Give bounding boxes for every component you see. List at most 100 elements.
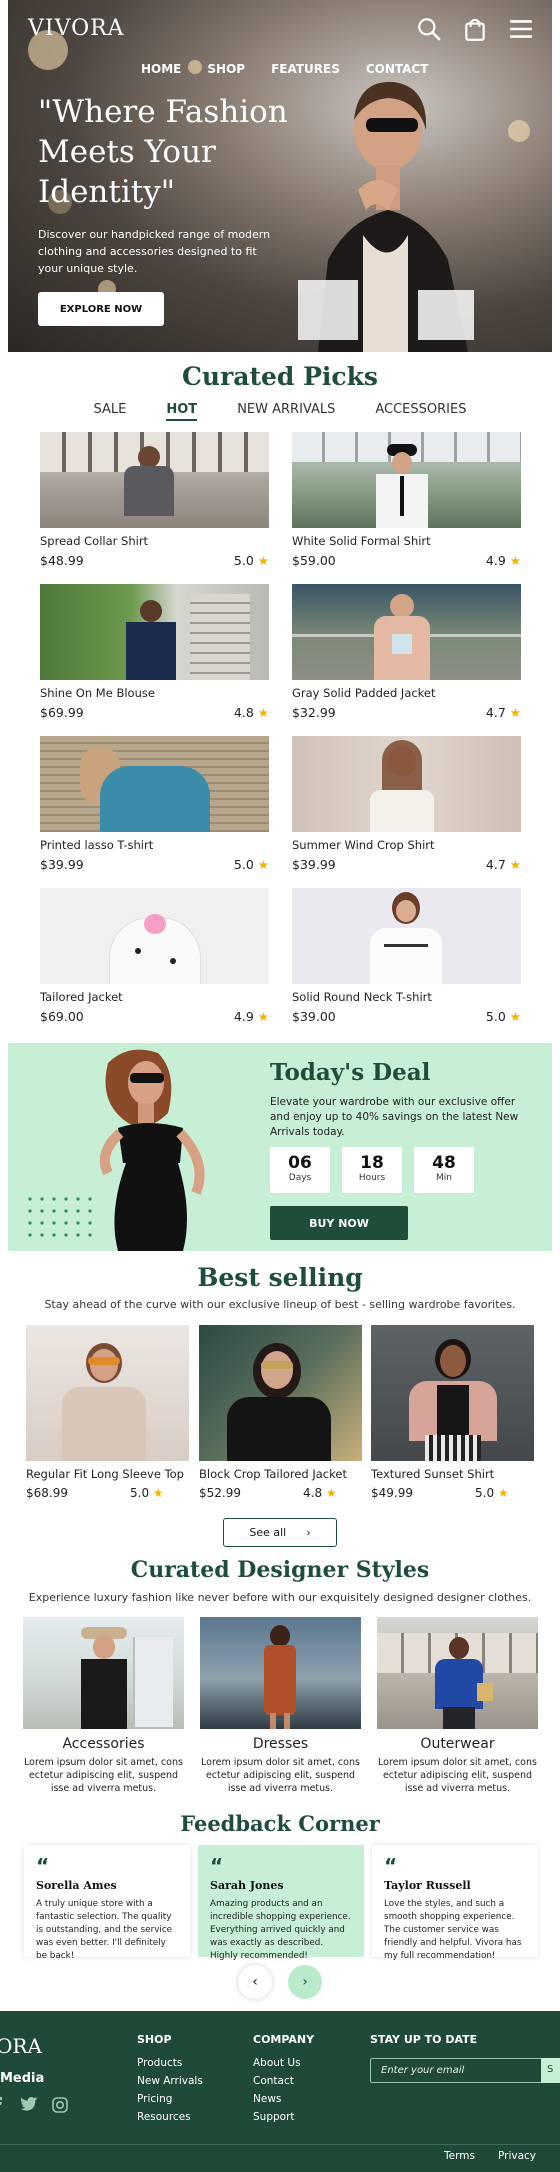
- product-name: Tailored Jacket: [40, 990, 123, 1004]
- hero-banner: VIVORA HOME SHOP FEATURES CONTACT "Where…: [8, 0, 552, 352]
- footer-link-terms[interactable]: Terms: [444, 2150, 475, 2162]
- product-name: Regular Fit Long Sleeve Top: [26, 1467, 184, 1481]
- carousel-next-button[interactable]: ›: [288, 1965, 322, 1999]
- best-selling-title: Best selling: [197, 1263, 363, 1292]
- tab-accessories[interactable]: ACCESSORIES: [375, 402, 466, 421]
- footer-link-pricing[interactable]: Pricing: [137, 2093, 172, 2105]
- buy-now-button[interactable]: BUY NOW: [270, 1206, 408, 1240]
- see-all-button[interactable]: See all ›: [223, 1518, 337, 1547]
- product-image: [40, 584, 269, 680]
- product-name: Shine On Me Blouse: [40, 686, 155, 700]
- product-image: [199, 1325, 362, 1461]
- subscribe-button[interactable]: S: [541, 2058, 560, 2083]
- twitter-icon[interactable]: [20, 2097, 38, 2111]
- product-card[interactable]: Gray Solid Padded Jacket $32.99 4.7 ★: [292, 584, 521, 720]
- instagram-icon[interactable]: [52, 2097, 68, 2113]
- product-price: $32.99: [292, 705, 336, 720]
- designer-styles-title: Curated Designer Styles: [130, 1557, 430, 1583]
- header-icons: [416, 16, 534, 42]
- hero-title: "Where Fashion Meets Your Identity": [38, 94, 288, 210]
- newsletter-heading: STAY UP TO DATE: [370, 2033, 478, 2046]
- bestseller-card[interactable]: Textured Sunset Shirt $49.99 5.0 ★: [371, 1325, 534, 1500]
- product-card[interactable]: Printed lasso T-shirt $39.99 5.0 ★: [40, 736, 269, 872]
- product-price: $68.99: [26, 1486, 68, 1500]
- product-card[interactable]: Solid Round Neck T-shirt $39.00 5.0 ★: [292, 888, 521, 1024]
- reviewer-name: Taylor Russell: [384, 1879, 471, 1892]
- footer-logo[interactable]: ORA: [0, 2034, 42, 2058]
- product-price: $49.99: [371, 1486, 413, 1500]
- product-card[interactable]: Shine On Me Blouse $69.99 4.8 ★: [40, 584, 269, 720]
- carousel-prev-button[interactable]: ‹: [238, 1965, 272, 1999]
- star-icon: ★: [257, 857, 269, 872]
- bestseller-card[interactable]: Regular Fit Long Sleeve Top $68.99 5.0 ★: [26, 1325, 189, 1500]
- deal-title: Today's Deal: [270, 1059, 431, 1086]
- facebook-icon[interactable]: [0, 2097, 6, 2111]
- product-card[interactable]: Tailored Jacket $69.00 4.9 ★: [40, 888, 269, 1024]
- shopping-bag-icon[interactable]: [462, 16, 488, 42]
- category-name: Dresses: [252, 1736, 309, 1752]
- product-name: Gray Solid Padded Jacket: [292, 686, 436, 700]
- star-icon: ★: [325, 1486, 337, 1500]
- footer-link-new-arrivals[interactable]: New Arrivals: [137, 2075, 203, 2087]
- nav-shop[interactable]: SHOP: [207, 62, 245, 76]
- footer-link-resources[interactable]: Resources: [137, 2111, 191, 2123]
- product-card[interactable]: Summer Wind Crop Shirt $39.99 4.7 ★: [292, 736, 521, 872]
- footer-link-about-us[interactable]: About Us: [253, 2057, 301, 2069]
- product-name: Solid Round Neck T-shirt: [292, 990, 432, 1004]
- menu-icon[interactable]: [508, 16, 534, 42]
- product-rating: 5.0: [233, 553, 254, 568]
- footer-link-support[interactable]: Support: [253, 2111, 295, 2123]
- tab-new-arrivals[interactable]: NEW ARRIVALS: [237, 402, 335, 421]
- bestseller-card[interactable]: Block Crop Tailored Jacket $52.99 4.8 ★: [199, 1325, 362, 1500]
- chevron-right-icon: ›: [306, 1526, 311, 1539]
- product-card[interactable]: Spread Collar Shirt $48.99 5.0 ★: [40, 432, 269, 568]
- chevron-left-icon: ‹: [252, 1974, 258, 1990]
- tab-hot[interactable]: HOT: [166, 402, 198, 421]
- product-rating: 4.9: [233, 1009, 254, 1024]
- product-card[interactable]: White Solid Formal Shirt $59.00 4.9 ★: [292, 432, 521, 568]
- product-price: $39.00: [292, 1009, 336, 1024]
- footer-link-contact[interactable]: Contact: [253, 2075, 294, 2087]
- see-all-label: See all: [249, 1526, 287, 1539]
- feedback-corner-title: Feedback Corner: [180, 1811, 380, 1836]
- timer-days: 06 Days: [270, 1147, 330, 1193]
- email-input[interactable]: Enter your email: [370, 2058, 550, 2083]
- footer-link-products[interactable]: Products: [137, 2057, 182, 2069]
- product-name: White Solid Formal Shirt: [292, 534, 431, 548]
- brand-logo[interactable]: VIVORA: [28, 16, 125, 41]
- footer-link-privacy[interactable]: Privacy: [498, 2150, 536, 2162]
- search-icon[interactable]: [416, 16, 442, 42]
- category-card[interactable]: Dresses Lorem ipsum dolor sit amet, cons…: [200, 1617, 361, 1795]
- quote-icon: “: [210, 1854, 224, 1878]
- product-rating: 5.0: [130, 1486, 150, 1500]
- decorative-dots: [24, 1193, 94, 1243]
- category-name: Outerwear: [420, 1736, 495, 1752]
- todays-deal-section: Today's Deal Elevate your wardrobe with …: [8, 1043, 552, 1251]
- quote-icon: “: [36, 1854, 50, 1878]
- explore-now-button[interactable]: EXPLORE NOW: [38, 292, 164, 326]
- category-description: Lorem ipsum dolor sit amet, cons ectetur…: [201, 1757, 360, 1794]
- product-image: [26, 1325, 189, 1461]
- tab-sale[interactable]: SALE: [94, 402, 127, 421]
- category-card[interactable]: Outerwear Lorem ipsum dolor sit amet, co…: [377, 1617, 538, 1795]
- best-selling-subtitle: Stay ahead of the curve with our exclusi…: [44, 1298, 516, 1311]
- product-name: Printed lasso T-shirt: [40, 838, 154, 852]
- product-rating: 4.8: [303, 1486, 323, 1500]
- deal-subtitle: Elevate your wardrobe with our exclusive…: [270, 1096, 519, 1138]
- footer-link-news[interactable]: News: [253, 2093, 281, 2105]
- product-image: [40, 888, 269, 984]
- nav-home[interactable]: HOME: [141, 62, 181, 76]
- nav-features[interactable]: FEATURES: [271, 62, 340, 76]
- category-description: Lorem ipsum dolor sit amet, cons ectetur…: [378, 1757, 537, 1794]
- nav-contact[interactable]: CONTACT: [366, 62, 429, 76]
- testimonial-card: “ Sorella Ames A truly unique store with…: [24, 1845, 190, 1961]
- product-price: $52.99: [199, 1486, 241, 1500]
- shop-heading: SHOP: [137, 2033, 172, 2046]
- designer-styles-subtitle: Experience luxury fashion like never bef…: [28, 1591, 532, 1604]
- star-icon: ★: [509, 857, 521, 872]
- testimonial-card: “ Taylor Russell Love the styles, and su…: [372, 1845, 538, 1961]
- product-tabs: SALE HOT NEW ARRIVALS ACCESSORIES: [0, 402, 560, 421]
- reviewer-name: Sorella Ames: [36, 1879, 117, 1892]
- timer-minutes: 48 Min: [414, 1147, 474, 1193]
- category-card[interactable]: Accessories Lorem ipsum dolor sit amet, …: [23, 1617, 184, 1795]
